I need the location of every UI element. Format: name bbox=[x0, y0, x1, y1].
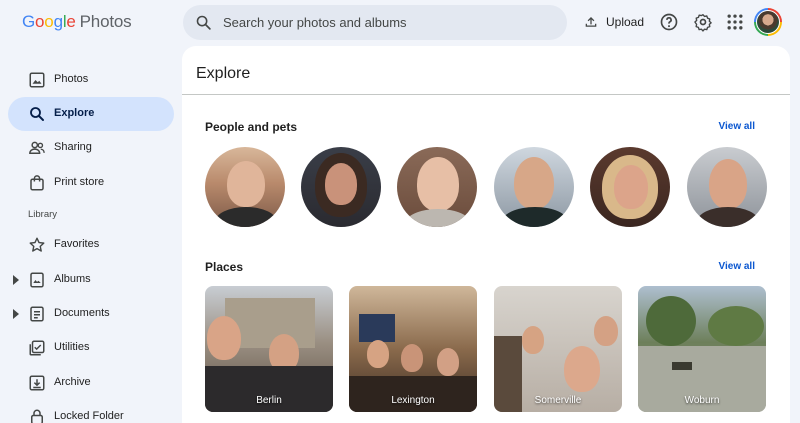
explore-panel: Explore People and pets View all Places … bbox=[182, 46, 790, 423]
sidebar-item-label: Print store bbox=[54, 176, 105, 188]
document-icon bbox=[30, 306, 44, 322]
sidebar-item-label: Explore bbox=[54, 107, 95, 119]
person-thumbnail[interactable] bbox=[590, 147, 670, 227]
place-label: Somerville bbox=[534, 395, 582, 406]
sidebar-item-label: Albums bbox=[54, 273, 91, 285]
face-shape bbox=[522, 326, 544, 354]
google-photos-logo[interactable]: Google Photos bbox=[22, 12, 132, 32]
person-thumbnail[interactable] bbox=[397, 147, 477, 227]
place-label: Berlin bbox=[256, 395, 282, 406]
search-icon bbox=[30, 107, 44, 121]
title-divider bbox=[182, 94, 790, 95]
face-shape bbox=[367, 340, 389, 368]
sidebar-item-print-store[interactable]: Print store bbox=[8, 166, 174, 200]
sidebar-item-documents[interactable]: Documents bbox=[8, 297, 174, 331]
bench-shape bbox=[672, 362, 692, 370]
sidebar-item-archive[interactable]: Archive bbox=[8, 366, 174, 400]
face-shape bbox=[207, 316, 241, 360]
sidebar-item-favorites[interactable]: Favorites bbox=[8, 228, 174, 262]
place-card-lexington[interactable]: Lexington bbox=[349, 286, 477, 412]
face-shape bbox=[227, 161, 265, 207]
tree-shape bbox=[646, 296, 696, 346]
face-shape bbox=[514, 157, 554, 209]
place-label: Lexington bbox=[391, 395, 435, 406]
utilities-icon bbox=[29, 340, 45, 356]
sidebar-item-label: Documents bbox=[54, 307, 110, 319]
logo-letter: o bbox=[44, 12, 54, 31]
people-icon bbox=[29, 141, 45, 154]
clothing-shape bbox=[502, 207, 568, 227]
search-input[interactable]: Search your photos and albums bbox=[223, 15, 407, 30]
upload-label: Upload bbox=[606, 15, 645, 29]
person-thumbnail[interactable] bbox=[687, 147, 767, 227]
logo-letter: o bbox=[35, 12, 45, 31]
top-bar: Google Photos Search your photos and albu… bbox=[0, 0, 800, 46]
library-section-label: Library bbox=[28, 209, 58, 220]
page-title: Explore bbox=[196, 65, 251, 82]
places-view-all-link[interactable]: View all bbox=[718, 261, 755, 272]
logo-letter: e bbox=[66, 12, 76, 31]
face-shape bbox=[325, 163, 357, 205]
avatar-image bbox=[756, 10, 780, 34]
sidebar-item-albums[interactable]: Albums bbox=[8, 263, 174, 297]
place-label: Woburn bbox=[684, 395, 720, 406]
help-icon[interactable] bbox=[659, 12, 679, 32]
bag-icon bbox=[30, 175, 44, 191]
sidebar-item-sharing[interactable]: Sharing bbox=[8, 131, 174, 165]
face-shape bbox=[614, 165, 648, 209]
sidebar-item-locked-folder[interactable]: Locked Folder bbox=[8, 400, 174, 423]
expand-caret-icon[interactable] bbox=[12, 309, 20, 319]
sidebar-item-label: Favorites bbox=[54, 238, 100, 250]
face-shape bbox=[417, 157, 459, 211]
album-icon bbox=[30, 272, 44, 288]
logo-letter: G bbox=[22, 12, 36, 31]
people-view-all-link[interactable]: View all bbox=[718, 121, 755, 132]
person-thumbnail[interactable] bbox=[205, 147, 285, 227]
sidebar-item-label: Sharing bbox=[54, 141, 92, 153]
account-avatar[interactable] bbox=[754, 8, 782, 36]
place-card-somerville[interactable]: Somerville bbox=[494, 286, 622, 412]
person-thumbnail[interactable] bbox=[301, 147, 381, 227]
clothing-shape bbox=[697, 207, 759, 227]
clothing-shape bbox=[405, 209, 471, 227]
sidebar-item-label: Photos bbox=[54, 73, 89, 85]
clothing-shape bbox=[215, 207, 277, 227]
expand-caret-icon[interactable] bbox=[12, 275, 20, 285]
face-shape bbox=[564, 346, 600, 392]
face-shape bbox=[401, 344, 423, 372]
photo-icon bbox=[29, 72, 45, 88]
star-icon bbox=[29, 237, 45, 252]
sidebar-item-utilities[interactable]: Utilities bbox=[8, 331, 174, 365]
tree-shape bbox=[708, 306, 764, 346]
logo-product-name: Photos bbox=[79, 12, 132, 31]
search-icon[interactable] bbox=[195, 14, 212, 31]
search-bar[interactable]: Search your photos and albums bbox=[183, 5, 567, 40]
archive-icon bbox=[29, 375, 45, 391]
apps-grid-icon[interactable] bbox=[725, 12, 745, 32]
face-shape bbox=[594, 316, 618, 346]
upload-button[interactable]: Upload bbox=[584, 10, 644, 34]
person-thumbnail[interactable] bbox=[494, 147, 574, 227]
sidebar-item-explore[interactable]: Explore bbox=[8, 97, 174, 131]
sidebar-item-label: Locked Folder bbox=[54, 410, 124, 422]
place-card-berlin[interactable]: Berlin bbox=[205, 286, 333, 412]
place-card-woburn[interactable]: Woburn bbox=[638, 286, 766, 412]
settings-icon[interactable] bbox=[693, 12, 713, 32]
sidebar-item-photos[interactable]: Photos bbox=[8, 63, 174, 97]
face-shape bbox=[709, 159, 747, 209]
lock-icon bbox=[31, 409, 43, 423]
logo-letter: g bbox=[53, 12, 63, 31]
sidebar-item-label: Archive bbox=[54, 376, 91, 388]
upload-icon bbox=[585, 17, 597, 27]
window-shape bbox=[359, 314, 395, 342]
face-shape bbox=[437, 348, 459, 376]
people-section-title: People and pets bbox=[205, 120, 298, 134]
sidebar-item-label: Utilities bbox=[54, 341, 90, 353]
places-section-title: Places bbox=[205, 260, 244, 274]
table-shape bbox=[349, 376, 477, 412]
